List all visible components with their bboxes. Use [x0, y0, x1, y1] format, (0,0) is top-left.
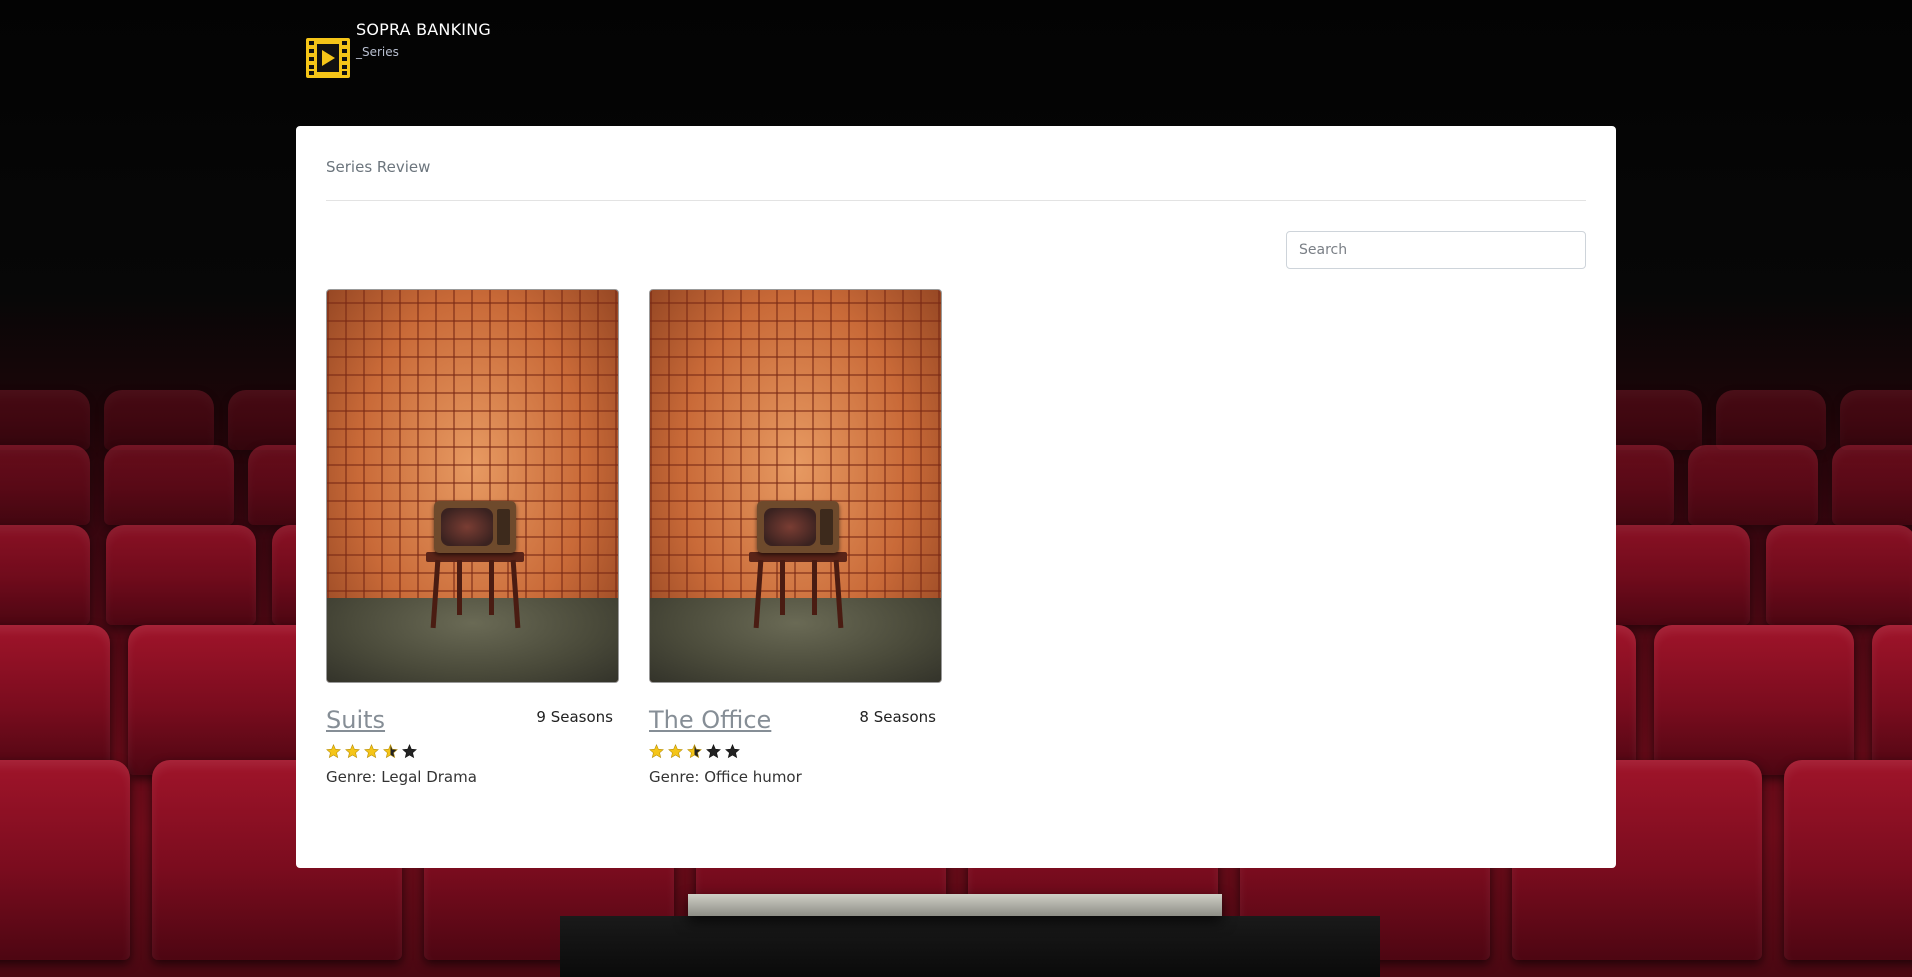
star-filled-icon[interactable] — [345, 744, 360, 759]
series-title-link[interactable]: The Office — [649, 706, 771, 734]
cinema-seat — [1716, 390, 1826, 450]
stage-bench — [688, 894, 1222, 916]
star-empty-icon[interactable] — [706, 744, 721, 759]
stage-floor — [560, 916, 1380, 977]
series-genre: Genre: Legal Drama — [326, 768, 477, 786]
cinema-seat — [0, 525, 90, 625]
series-poster-image[interactable] — [649, 289, 942, 683]
cinema-seat — [0, 445, 90, 525]
cinema-seat — [1654, 625, 1854, 775]
series-poster-image[interactable] — [326, 289, 619, 683]
cinema-seat — [104, 445, 234, 525]
series-card-suits[interactable]: Suits 9 Seasons Genre: Legal Drama — [326, 289, 619, 786]
series-review-card: Series Review Suits 9 Seasons Genre: Leg… — [296, 126, 1616, 868]
cinema-seat — [0, 760, 130, 960]
seasons-count: 9 Seasons — [536, 708, 613, 726]
cinema-seat — [1600, 525, 1750, 625]
cinema-seat — [1872, 625, 1912, 775]
star-half-icon[interactable] — [383, 744, 398, 759]
cinema-seat — [1840, 390, 1912, 450]
cinema-seat — [1832, 445, 1912, 525]
star-rating[interactable] — [326, 744, 417, 759]
star-half-icon[interactable] — [687, 744, 702, 759]
cinema-seat — [1688, 445, 1818, 525]
star-filled-icon[interactable] — [364, 744, 379, 759]
star-filled-icon[interactable] — [649, 744, 664, 759]
cinema-seat — [104, 390, 214, 450]
brand-title: SOPRA BANKING — [356, 20, 491, 39]
brand-subtitle: _Series — [356, 45, 399, 59]
cinema-seat — [1784, 760, 1912, 960]
header-divider — [326, 200, 1586, 201]
card-title: Series Review — [326, 158, 431, 176]
star-empty-icon[interactable] — [402, 744, 417, 759]
star-filled-icon[interactable] — [326, 744, 341, 759]
series-card-the-office[interactable]: The Office 8 Seasons Genre: Office humor — [649, 289, 942, 786]
cinema-seat — [106, 525, 256, 625]
cinema-seat — [1766, 525, 1912, 625]
cinema-seat — [0, 390, 90, 450]
star-empty-icon[interactable] — [725, 744, 740, 759]
brand[interactable]: SOPRA BANKING _Series — [306, 20, 491, 78]
cinema-seat — [0, 625, 110, 775]
series-title-link[interactable]: Suits — [326, 706, 385, 734]
star-filled-icon[interactable] — [668, 744, 683, 759]
search-input[interactable] — [1286, 231, 1586, 269]
film-play-icon — [306, 38, 350, 78]
star-rating[interactable] — [649, 744, 740, 759]
seasons-count: 8 Seasons — [859, 708, 936, 726]
series-genre: Genre: Office humor — [649, 768, 802, 786]
